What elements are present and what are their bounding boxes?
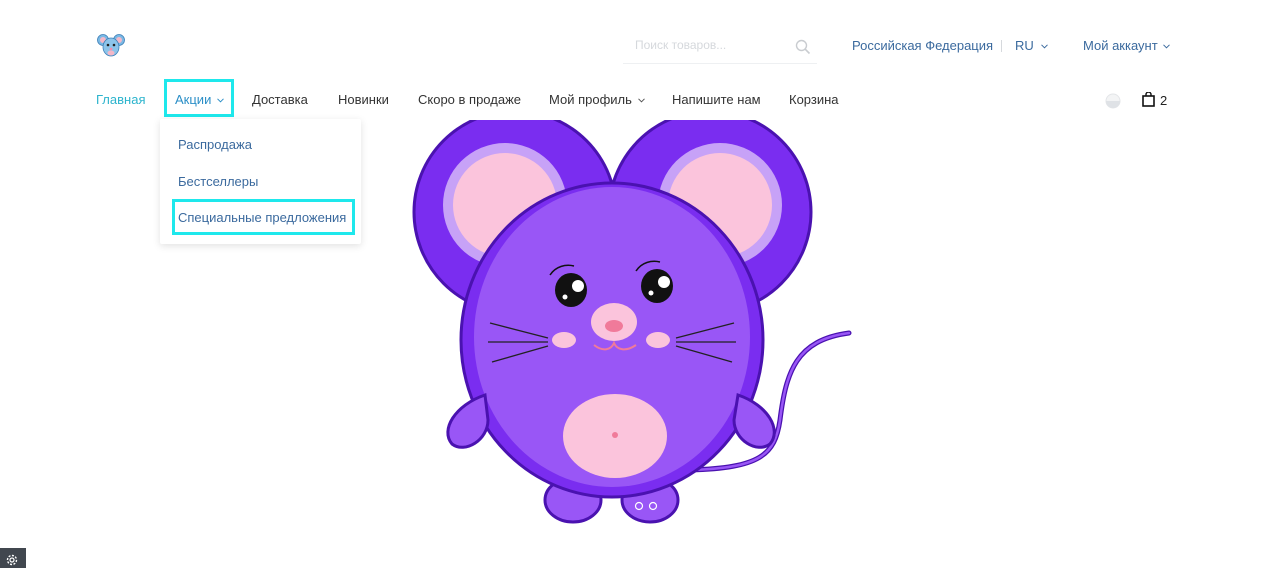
nav-delivery[interactable]: Доставка xyxy=(252,92,308,107)
search-box xyxy=(623,30,817,64)
chevron-down-icon xyxy=(1041,44,1049,49)
search-icon[interactable] xyxy=(795,39,811,55)
hero-mouse-image xyxy=(412,120,852,524)
nav-promotions-label: Акции xyxy=(175,92,212,107)
account-label: Мой аккаунт xyxy=(1083,38,1158,53)
dropdown-item-special-offers[interactable]: Специальные предложения xyxy=(178,210,346,225)
dropdown-item-sale[interactable]: Распродажа xyxy=(178,137,252,152)
divider xyxy=(1001,40,1002,52)
account-menu[interactable]: Мой аккаунт xyxy=(1083,38,1171,53)
nav-my-profile-label: Мой профиль xyxy=(549,92,632,107)
search-input[interactable] xyxy=(635,38,785,52)
chevron-down-icon xyxy=(637,98,645,103)
site-logo[interactable] xyxy=(97,31,125,59)
nav-coming-soon[interactable]: Скоро в продаже xyxy=(418,92,521,107)
chevron-down-icon xyxy=(1163,44,1171,49)
chevron-down-icon xyxy=(217,98,224,103)
nav-contact-us[interactable]: Напишите нам xyxy=(672,92,761,107)
settings-button[interactable] xyxy=(0,548,26,568)
half-circle-icon[interactable] xyxy=(1105,93,1121,109)
cart-count: 2 xyxy=(1160,93,1168,108)
promotions-dropdown: Распродажа Бестселлеры Специальные предл… xyxy=(160,119,361,244)
cart-button[interactable]: 2 xyxy=(1142,92,1167,110)
region-selector[interactable]: Российская Федерация xyxy=(852,38,993,53)
nav-cart[interactable]: Корзина xyxy=(789,92,839,107)
nav-home[interactable]: Главная xyxy=(96,92,145,107)
language-selector[interactable]: RU xyxy=(1015,38,1049,53)
dropdown-item-bestsellers[interactable]: Бестселлеры xyxy=(178,174,258,189)
shopping-bag-icon xyxy=(1142,92,1155,107)
nav-my-profile[interactable]: Мой профиль xyxy=(549,92,645,107)
nav-promotions[interactable]: Акции xyxy=(175,92,224,107)
gear-icon xyxy=(6,554,18,566)
nav-new-arrivals[interactable]: Новинки xyxy=(338,92,389,107)
language-label: RU xyxy=(1015,38,1034,53)
